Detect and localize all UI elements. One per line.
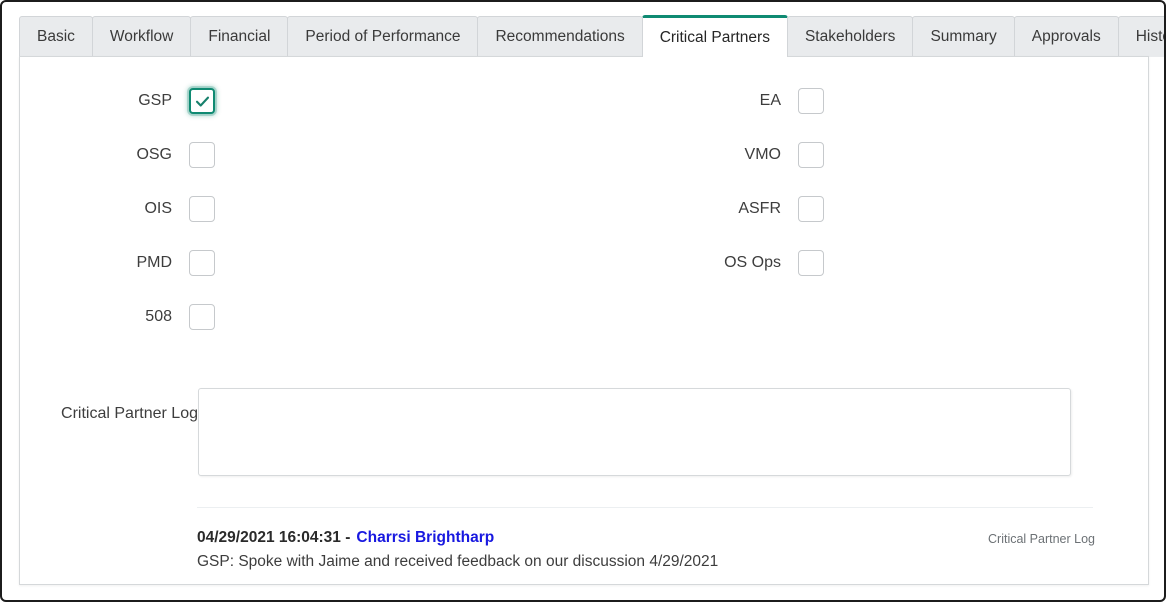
checkbox-label: EA — [629, 92, 798, 110]
tab-basic[interactable]: Basic — [19, 16, 93, 57]
checkbox-ois[interactable] — [189, 196, 215, 222]
tab-label: History — [1136, 28, 1166, 46]
app-window: Basic Workflow Financial Period of Performa… — [0, 0, 1166, 602]
tab-history[interactable]: History — [1118, 16, 1166, 57]
checkbox-label: OSG — [20, 146, 189, 164]
tab-label: Financial — [208, 28, 270, 46]
tab-label: Critical Partners — [660, 29, 770, 47]
checkbox-label: OIS — [20, 200, 189, 218]
tab-financial[interactable]: Financial — [190, 16, 288, 57]
checkbox-row: GSP — [20, 88, 215, 114]
tab-bar: Basic Workflow Financial Period of Performa… — [19, 16, 1149, 57]
check-icon — [194, 93, 211, 110]
checkbox-label: VMO — [629, 146, 798, 164]
tab-label: Stakeholders — [805, 28, 895, 46]
tab-summary[interactable]: Summary — [912, 16, 1014, 57]
tab-label: Basic — [37, 28, 75, 46]
checkbox-row: OS Ops — [629, 250, 824, 276]
checkbox-row: OIS — [20, 196, 215, 222]
critical-partner-log-input[interactable] — [198, 388, 1071, 476]
log-entry-timestamp: 04/29/2021 16:04:31 - — [197, 529, 350, 546]
critical-partner-log-label: Critical Partner Log — [20, 405, 198, 423]
tab-workflow[interactable]: Workflow — [92, 16, 191, 57]
tab-label: Period of Performance — [305, 28, 460, 46]
checkbox-label: OS Ops — [629, 254, 798, 272]
checkbox-gsp[interactable] — [189, 88, 215, 114]
checkbox-label: 508 — [20, 308, 189, 326]
checkbox-vmo[interactable] — [798, 142, 824, 168]
checkbox-pmd[interactable] — [189, 250, 215, 276]
critical-partners-panel: GSP OSG OIS PMD 508 EA VMO ASFR OS Ops Critical… — [19, 56, 1149, 585]
checkbox-label: GSP — [20, 92, 189, 110]
log-entry-type: Critical Partner Log — [960, 532, 1095, 546]
checkbox-row: VMO — [629, 142, 824, 168]
checkbox-508[interactable] — [189, 304, 215, 330]
tab-label: Workflow — [110, 28, 173, 46]
checkbox-row: 508 — [20, 304, 215, 330]
checkbox-ea[interactable] — [798, 88, 824, 114]
tab-label: Summary — [930, 28, 996, 46]
checkbox-os-ops[interactable] — [798, 250, 824, 276]
tab-approvals[interactable]: Approvals — [1014, 16, 1119, 57]
checkbox-row: EA — [629, 88, 824, 114]
checkbox-osg[interactable] — [189, 142, 215, 168]
checkbox-label: ASFR — [629, 200, 798, 218]
tab-critical-partners[interactable]: Critical Partners — [642, 15, 788, 57]
tab-label: Approvals — [1032, 28, 1101, 46]
checkbox-row: OSG — [20, 142, 215, 168]
checkbox-label: PMD — [20, 254, 189, 272]
log-entry-body: GSP: Spoke with Jaime and received feedb… — [197, 553, 1097, 571]
log-entry-author[interactable]: Charrsi Brightharp — [356, 529, 494, 546]
log-divider — [197, 507, 1093, 508]
tab-recommendations[interactable]: Recommendations — [477, 16, 642, 57]
checkbox-asfr[interactable] — [798, 196, 824, 222]
tab-label: Recommendations — [495, 28, 624, 46]
checkbox-row: ASFR — [629, 196, 824, 222]
tab-period-of-performance[interactable]: Period of Performance — [287, 16, 478, 57]
tab-stakeholders[interactable]: Stakeholders — [787, 16, 913, 57]
checkbox-row: PMD — [20, 250, 215, 276]
